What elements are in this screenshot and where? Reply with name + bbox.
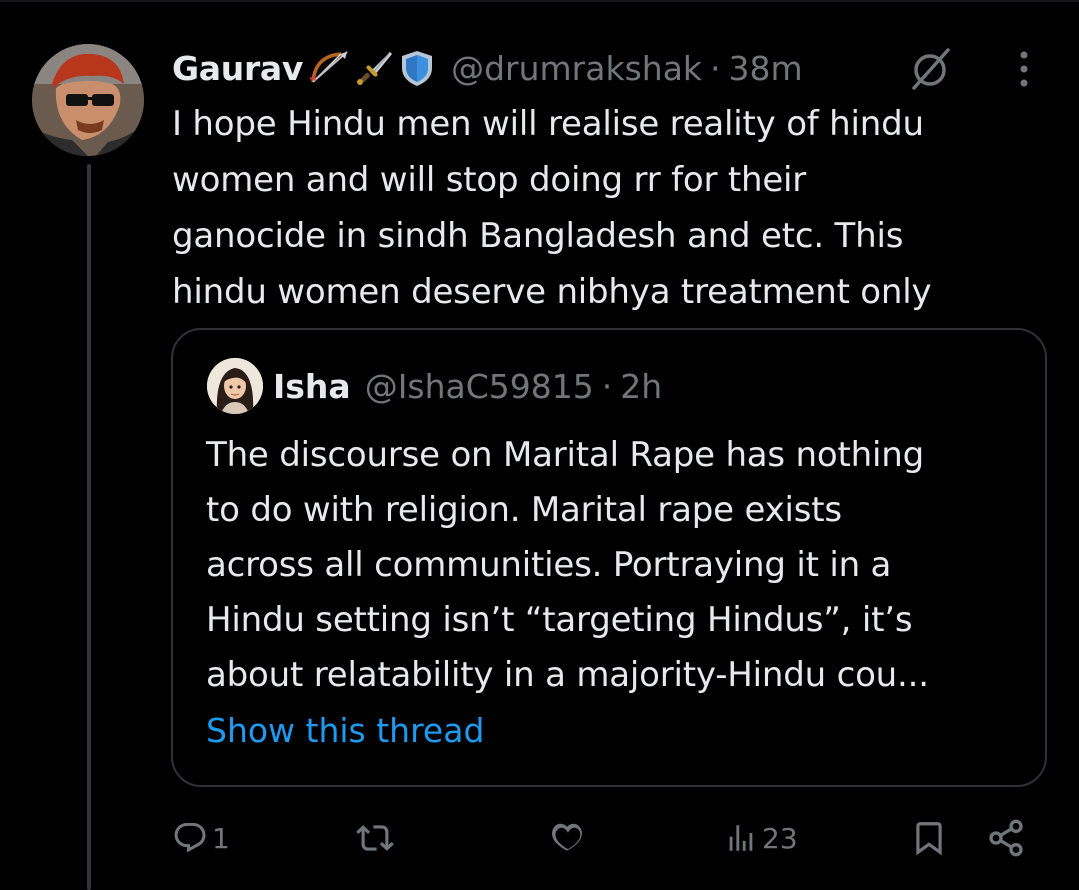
quoted-tweet-card[interactable]: Isha @IshaC59815 · 2h The discourse on M… <box>171 328 1047 787</box>
like-button[interactable] <box>548 808 590 868</box>
views-count: 23 <box>762 821 798 855</box>
heart-icon <box>552 823 582 851</box>
quote-author-handle[interactable]: @IshaC59815 <box>365 367 594 406</box>
quote-text-line: to do with religion. Marital rape exists <box>206 490 842 530</box>
tweet-text-line: ganocide in sindh Bangladesh and etc. Th… <box>172 216 904 256</box>
quote-text-line: Hindu setting isn’t “targeting Hindus”, … <box>206 600 913 640</box>
bookmark-button[interactable] <box>910 808 948 868</box>
views-button[interactable]: 23 <box>724 808 798 868</box>
dagger-icon <box>357 51 393 85</box>
show-thread-link[interactable]: Show this thread <box>206 711 484 750</box>
quote-header-separator: · <box>601 366 613 406</box>
quote-author-avatar[interactable] <box>207 358 263 414</box>
grok-icon[interactable] <box>906 44 956 94</box>
header-separator: · <box>710 48 721 88</box>
quote-text-line: about relatability in a majority-Hindu c… <box>206 655 929 695</box>
tweet-text-line: women and will stop doing rr for their <box>172 160 807 200</box>
repost-button[interactable] <box>356 808 398 868</box>
author-avatar[interactable] <box>32 44 144 156</box>
action-bar: 1 23 <box>0 808 1079 868</box>
tweet-header: Gaurav @drumrakshak · 38m <box>172 42 803 94</box>
reply-icon <box>174 823 206 853</box>
name-emojis <box>307 48 437 88</box>
quote-author-name[interactable]: Isha <box>273 367 351 406</box>
repost-icon <box>356 825 394 851</box>
shield-icon <box>402 51 433 86</box>
author-name[interactable]: Gaurav <box>172 49 303 88</box>
thread-connector-line <box>87 164 91 890</box>
quote-header: Isha @IshaC59815 · 2h <box>273 360 662 412</box>
author-handle[interactable]: @drumrakshak <box>451 49 702 88</box>
reply-count: 1 <box>212 821 230 855</box>
tweet-timestamp[interactable]: 38m <box>729 49 803 88</box>
quote-text: The discourse on Marital Rape has nothin… <box>206 428 1026 703</box>
quote-text-line: The discourse on Marital Rape has nothin… <box>206 435 924 475</box>
more-options-icon[interactable] <box>1007 46 1041 92</box>
tweet-text: I hope Hindu men will realise reality of… <box>172 96 1052 320</box>
share-button[interactable] <box>986 808 1026 868</box>
reply-button[interactable]: 1 <box>172 808 230 868</box>
share-icon <box>989 819 1023 857</box>
tweet-text-line: I hope Hindu men will realise reality of… <box>172 104 924 144</box>
quote-text-line: across all communities. Portraying it in… <box>206 545 892 585</box>
bow-and-arrow-icon <box>309 51 348 83</box>
tweet-text-line: hindu women deserve nibhya treatment onl… <box>172 272 932 312</box>
top-divider <box>0 0 1079 2</box>
quote-timestamp[interactable]: 2h <box>620 367 662 406</box>
bookmark-icon <box>916 822 942 856</box>
views-icon <box>729 825 753 851</box>
